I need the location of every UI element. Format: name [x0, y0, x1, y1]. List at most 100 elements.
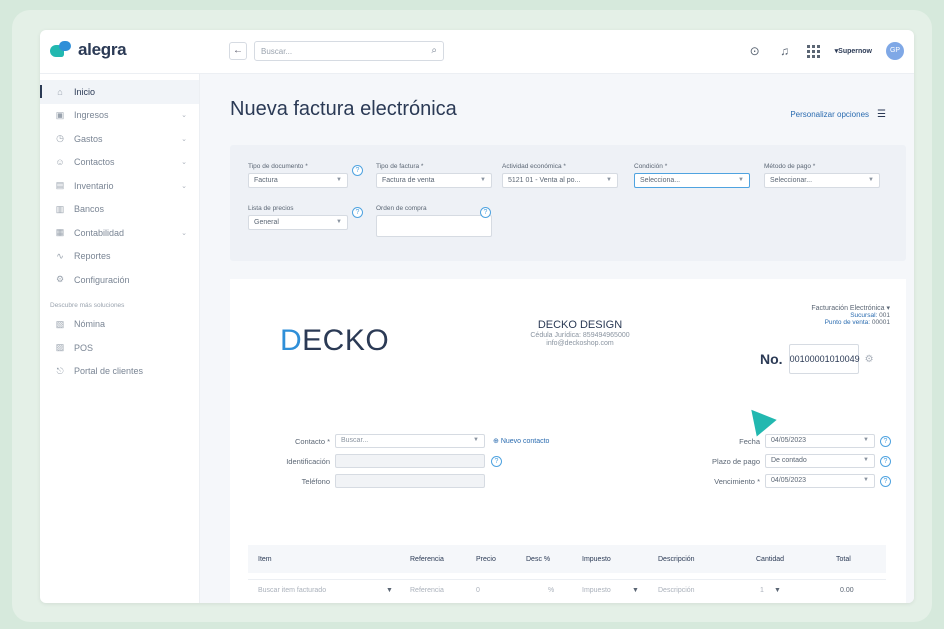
sidebar-item-label: Reportes [74, 251, 111, 262]
company-email: info@deckoshop.com [546, 340, 614, 347]
sidebar-item-pos[interactable]: ▨ POS [40, 336, 199, 360]
identification-field[interactable] [335, 454, 485, 468]
table-row: Buscar item facturado ▼ Referencia 0 % I… [248, 579, 886, 601]
chevron-down-icon: ▼ [473, 437, 479, 443]
invoice-number-input[interactable]: 00100001010049 [788, 344, 860, 374]
invoice-type-value: Factura de venta [382, 177, 435, 184]
payment-method-select[interactable]: Seleccionar... ▼ [764, 173, 880, 188]
sliders-icon: ☰ [877, 109, 886, 120]
col-price: Precio [476, 555, 496, 563]
help-icon[interactable]: ? [352, 207, 363, 218]
purchase-order-input[interactable] [376, 215, 492, 237]
payment-term-value: De contado [771, 457, 807, 464]
reference-input[interactable]: Referencia [410, 587, 444, 594]
back-button[interactable]: ← [229, 42, 247, 60]
sidebar-item-label: Gastos [74, 133, 103, 144]
due-date-input[interactable]: 04/05/2023 ▼ [765, 474, 875, 488]
price-list-value: General [254, 219, 279, 226]
chevron-down-icon: ⌄ [181, 229, 187, 237]
condition-select[interactable]: Selecciona... ▼ [634, 173, 750, 188]
col-item: Item [258, 555, 272, 563]
sidebar-item-label: Inicio [74, 86, 96, 97]
chevron-down-icon: ⌄ [181, 135, 187, 143]
branch-value: 001 [879, 312, 890, 319]
sidebar-item-ingresos[interactable]: ▣ Ingresos ⌄ [40, 104, 199, 128]
price-input[interactable]: 0 [476, 587, 480, 594]
date-input[interactable]: 04/05/2023 ▼ [765, 434, 875, 448]
price-list-field: Lista de precios General ▼ [248, 205, 348, 230]
help-icon[interactable]: ? [491, 455, 502, 467]
company-selector[interactable]: ▾Supernow [835, 47, 872, 55]
sidebar-item-label: POS [74, 342, 94, 353]
new-contact-link[interactable]: ⊕ Nuevo contacto [493, 437, 549, 445]
sidebar-item-configuracion[interactable]: ⚙ Configuración [40, 268, 199, 292]
help-icon[interactable]: ⊙ [747, 43, 763, 59]
chevron-down-icon: ▼ [863, 437, 869, 443]
gear-icon[interactable]: ⚙ [865, 354, 874, 365]
col-reference: Referencia [410, 555, 444, 563]
inventory-icon: ▤ [55, 180, 65, 191]
sidebar-item-inventario[interactable]: ▤ Inventario ⌄ [40, 174, 199, 198]
invoice-document: DECKO DECKO DESIGN Cédula Jurídica: 8594… [230, 279, 906, 603]
doc-type-select[interactable]: Factura ▼ [248, 173, 348, 188]
contact-select[interactable]: Buscar... ▼ [335, 434, 485, 448]
invoice-type-select[interactable]: Factura de venta ▼ [376, 173, 492, 188]
date-row: Fecha 04/05/2023 ▼ ? [680, 434, 891, 448]
help-icon[interactable]: ? [480, 207, 491, 218]
search-input[interactable]: Buscar... ⌕ [254, 41, 444, 61]
sidebar-item-bancos[interactable]: ▥ Bancos [40, 198, 199, 222]
top-icons: ⊙ ♫ ▾Supernow GP [747, 42, 904, 60]
avatar[interactable]: GP [886, 42, 904, 60]
help-icon[interactable]: ? [880, 475, 891, 487]
date-value: 04/05/2023 [771, 437, 807, 444]
sidebar-item-inicio[interactable]: ⌂ Inicio [40, 80, 199, 104]
help-icon[interactable]: ? [352, 165, 363, 176]
sidebar-item-label: Configuración [74, 274, 130, 285]
customize-options-link[interactable]: Personalizar opciones ☰ [790, 109, 886, 120]
invoice-number-label: No. [760, 351, 783, 367]
payment-method-label: Método de pago * [764, 163, 816, 170]
sidebar-item-portal[interactable]: ⎋ Portal de clientes [40, 360, 199, 384]
apps-grid-icon[interactable] [806, 44, 821, 58]
item-search-input[interactable]: Buscar item facturado [258, 587, 326, 594]
col-description: Descripción [658, 555, 695, 563]
sidebar-item-reportes[interactable]: ∿ Reportes [40, 245, 199, 269]
pos-value: 00001 [871, 319, 890, 326]
discount-input[interactable]: % [548, 587, 554, 594]
row-total: 0.00 [840, 587, 854, 594]
payment-term-row: Plazo de pago De contado ▼ ? [680, 454, 891, 468]
price-list-select[interactable]: General ▼ [248, 215, 348, 230]
app-window: alegra ← Buscar... ⌕ ⊙ ♫ ▾Supernow GP ⌂ … [40, 30, 914, 603]
numbering-block: Facturación Electrónica ▾ Sucursal: 001 … [770, 304, 890, 326]
logo-letters: ECKO [302, 324, 390, 357]
numbering-type-select[interactable]: Facturación Electrónica ▾ [770, 304, 890, 312]
pos-label: Punto de venta: [824, 319, 871, 326]
payment-term-label: Plazo de pago [712, 456, 760, 466]
payment-term-select[interactable]: De contado ▼ [765, 454, 875, 468]
sidebar-item-contactos[interactable]: ☺ Contactos ⌄ [40, 151, 199, 175]
phone-field[interactable] [335, 474, 485, 488]
economic-activity-select[interactable]: 5121 01 - Venta al po... ▼ [502, 173, 618, 188]
chevron-down-icon: ▼ [863, 457, 869, 463]
chevron-down-icon: ▼ [480, 177, 486, 183]
main-content: Nueva factura electrónica Personalizar o… [200, 74, 914, 603]
help-icon[interactable]: ? [880, 435, 891, 447]
sidebar-item-contabilidad[interactable]: ▦ Contabilidad ⌄ [40, 221, 199, 245]
settings-icon: ⚙ [55, 274, 65, 285]
date-label: Fecha [739, 436, 760, 446]
help-icon[interactable]: ? [880, 455, 891, 467]
col-quantity: Cantidad [756, 555, 785, 563]
contact-row: Contacto * Buscar... ▼ ⊕ Nuevo contacto [260, 434, 549, 448]
alegra-logo[interactable]: alegra [50, 40, 127, 60]
quantity-input[interactable]: 1 [760, 587, 764, 594]
company-name: DECKO DESIGN [537, 319, 623, 331]
invoice-type-label: Tipo de factura * [376, 163, 424, 170]
bank-icon: ▥ [55, 203, 65, 214]
col-tax: Impuesto [582, 555, 611, 563]
notification-bell-icon[interactable]: ♫ [777, 43, 793, 59]
description-input[interactable]: Descripción [658, 587, 695, 594]
purchase-order-field: Orden de compra [376, 205, 492, 237]
tax-select[interactable]: Impuesto [582, 587, 611, 594]
sidebar-item-nomina[interactable]: ▧ Nómina [40, 313, 199, 337]
sidebar-item-gastos[interactable]: ◷ Gastos ⌄ [40, 127, 199, 151]
